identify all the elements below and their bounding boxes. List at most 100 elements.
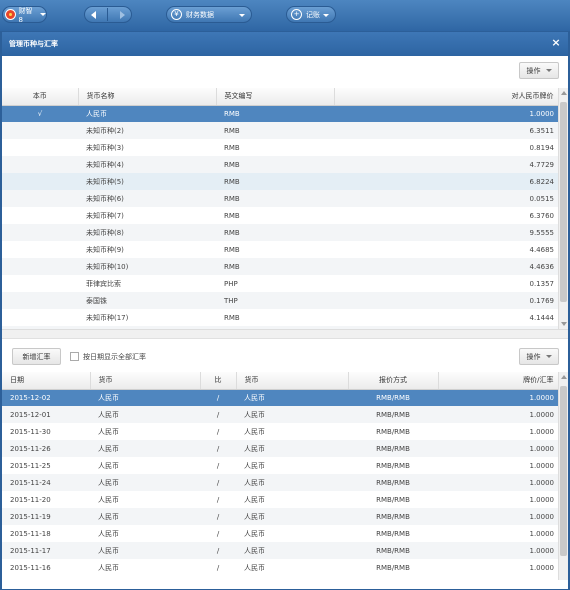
table-row[interactable]: 未知币种(17) RMB 4.1444: [2, 309, 558, 326]
table-row[interactable]: 未知币种(4) RMB 4.7729: [2, 156, 558, 173]
table-row[interactable]: 2015-11-30 人民币 / 人民币 RMB/RMB 1.0000: [2, 423, 558, 440]
cell-from-currency: 人民币: [90, 474, 200, 491]
table-row[interactable]: 未知币种(2) RMB 6.3511: [2, 122, 558, 139]
cell-english-code: RMB: [216, 258, 334, 275]
table-row[interactable]: 2015-11-24 人民币 / 人民币 RMB/RMB 1.0000: [2, 474, 558, 491]
cell-rmb-rate: 0.8194: [529, 143, 555, 152]
cell-to-currency: 人民币: [236, 406, 348, 423]
scroll-thumb[interactable]: [560, 386, 567, 556]
chevron-down-icon: [545, 69, 552, 72]
cell-english-code: RMB: [224, 211, 240, 220]
chevron-down-icon: [40, 13, 46, 16]
col-to-currency[interactable]: 货币: [236, 372, 349, 390]
col-ratio[interactable]: 比: [200, 372, 237, 390]
cell-english-code: RMB: [216, 122, 334, 139]
table-row[interactable]: 2015-11-26 人民币 / 人民币 RMB/RMB 1.0000: [2, 440, 558, 457]
finance-data-menu[interactable]: ¥ 财务数据: [166, 6, 252, 23]
table-row[interactable]: 荷兰安的列斯盾ANG3.6681: [2, 326, 558, 329]
cell-currency-name: 人民币: [78, 105, 216, 122]
cell-price-rate: 1.0000: [529, 495, 555, 504]
table-row[interactable]: √ 人民币 RMB 1.0000: [2, 105, 558, 122]
table-row[interactable]: 未知币种(6) RMB 0.0515: [2, 190, 558, 207]
cell-english-code: RMB: [224, 143, 240, 152]
cell-english-code: RMB: [216, 173, 334, 190]
cell-ratio: /: [216, 495, 220, 504]
cell-rmb-rate: 3.6681: [334, 326, 558, 329]
table-row[interactable]: 未知币种(5) RMB 6.8224: [2, 173, 558, 190]
cell-price-rate: 1.0000: [438, 440, 558, 457]
currency-rate-dialog: 管理币种与汇率 × 操作 本币 货币名称 英文编写 对人民币牌价 √ 人民币 RMB…: [1, 31, 569, 590]
table-row[interactable]: 未知币种(10) RMB 4.4636: [2, 258, 558, 275]
table-row[interactable]: 2015-11-18 人民币 / 人民币 RMB/RMB 1.0000: [2, 525, 558, 542]
currency-vscroll[interactable]: [558, 88, 568, 329]
table-row[interactable]: 泰国铢 THP 0.1769: [2, 292, 558, 309]
cell-quote-method: RMB/RMB: [348, 406, 438, 423]
cell-from-currency: 人民币: [90, 508, 200, 525]
cell-currency-name: 未知币种(10): [78, 258, 216, 275]
cell-quote-method: RMB/RMB: [376, 461, 410, 470]
table-row[interactable]: 未知币种(9) RMB 4.4685: [2, 241, 558, 258]
cell-from-currency: 人民币: [98, 529, 119, 538]
cell-rmb-rate: 4.1444: [529, 313, 555, 322]
cell-price-rate: 1.0000: [438, 389, 558, 406]
rate-vscroll[interactable]: [558, 372, 568, 580]
col-rmb-rate[interactable]: 对人民币牌价: [334, 88, 559, 106]
cell-to-currency: 人民币: [244, 427, 265, 436]
cell-rmb-rate: 0.0515: [334, 190, 558, 207]
table-row[interactable]: 2015-11-25 人民币 / 人民币 RMB/RMB 1.0000: [2, 457, 558, 474]
scroll-up-icon[interactable]: [561, 375, 567, 379]
cell-english-code: RMB: [216, 156, 334, 173]
currency-operate-button[interactable]: 操作: [519, 62, 559, 79]
col-date[interactable]: 日期: [2, 372, 91, 390]
cell-to-currency: 人民币: [236, 542, 348, 559]
table-row[interactable]: 2015-11-20 人民币 / 人民币 RMB/RMB 1.0000: [2, 491, 558, 508]
cell-base-currency: [2, 173, 78, 190]
table-row[interactable]: 未知币种(3) RMB 0.8194: [2, 139, 558, 156]
cell-to-currency: 人民币: [244, 563, 265, 572]
cell-currency-name: 未知币种(6): [78, 190, 216, 207]
cell-date: 2015-11-16: [10, 563, 51, 572]
currency-hscroll[interactable]: [2, 329, 568, 338]
forward-arrow-icon[interactable]: [120, 10, 126, 19]
currency-grid-header: 本币 货币名称 英文编写 对人民币牌价: [2, 88, 559, 106]
bookkeeping-menu[interactable]: + 记账: [286, 6, 336, 23]
scroll-up-icon[interactable]: [561, 91, 567, 95]
scroll-thumb[interactable]: [560, 102, 567, 302]
col-base-currency[interactable]: 本币: [2, 88, 79, 106]
scroll-down-icon[interactable]: [561, 322, 567, 326]
table-row[interactable]: 2015-12-01 人民币 / 人民币 RMB/RMB 1.0000: [2, 406, 558, 423]
col-english-code[interactable]: 英文编写: [216, 88, 335, 106]
table-row[interactable]: 菲律宾比索 PHP 0.1357: [2, 275, 558, 292]
cell-quote-method: RMB/RMB: [376, 495, 410, 504]
table-row[interactable]: 2015-11-17 人民币 / 人民币 RMB/RMB 1.0000: [2, 542, 558, 559]
table-row[interactable]: 2015-11-16 人民币 / 人民币 RMB/RMB 1.0000: [2, 559, 558, 576]
col-from-currency[interactable]: 货币: [90, 372, 201, 390]
cell-from-currency: 人民币: [90, 406, 200, 423]
col-quote-method[interactable]: 报价方式: [348, 372, 439, 390]
cell-from-currency: 人民币: [98, 427, 119, 436]
cell-from-currency: 人民币: [98, 461, 119, 470]
table-row[interactable]: 2015-11-19 人民币 / 人民币 RMB/RMB 1.0000: [2, 508, 558, 525]
close-icon[interactable]: ×: [550, 37, 562, 49]
cell-base-currency: [2, 241, 78, 258]
col-currency-name[interactable]: 货币名称: [78, 88, 217, 106]
new-rate-button[interactable]: 新增汇率: [12, 348, 61, 365]
table-row[interactable]: 未知币种(7) RMB 6.3760: [2, 207, 558, 224]
nav-arrows: [84, 6, 132, 23]
app-menu-button[interactable]: 财智8: [2, 6, 47, 24]
cell-from-currency: 人民币: [90, 389, 200, 406]
dialog-title: 管理币种与汇率: [9, 40, 58, 48]
cell-base-currency: [2, 224, 78, 241]
cell-from-currency: 人民币: [98, 563, 119, 572]
rate-grid: 日期 货币 比 货币 报价方式 牌价/汇率 2015-12-02 人民币 / 人民币 R…: [2, 372, 568, 580]
rate-operate-button[interactable]: 操作: [519, 348, 559, 365]
cell-base-currency: [2, 292, 78, 309]
back-arrow-icon[interactable]: [90, 10, 96, 19]
chevron-down-icon: [239, 14, 245, 17]
cell-currency-name: 未知币种(5): [78, 173, 216, 190]
table-row[interactable]: 未知币种(8) RMB 9.5555: [2, 224, 558, 241]
table-row[interactable]: 2015-12-02 人民币 / 人民币 RMB/RMB 1.0000: [2, 389, 558, 406]
show-all-checkbox[interactable]: [70, 352, 79, 361]
col-price-rate[interactable]: 牌价/汇率: [438, 372, 559, 390]
cell-rmb-rate: 6.3760: [529, 211, 555, 220]
